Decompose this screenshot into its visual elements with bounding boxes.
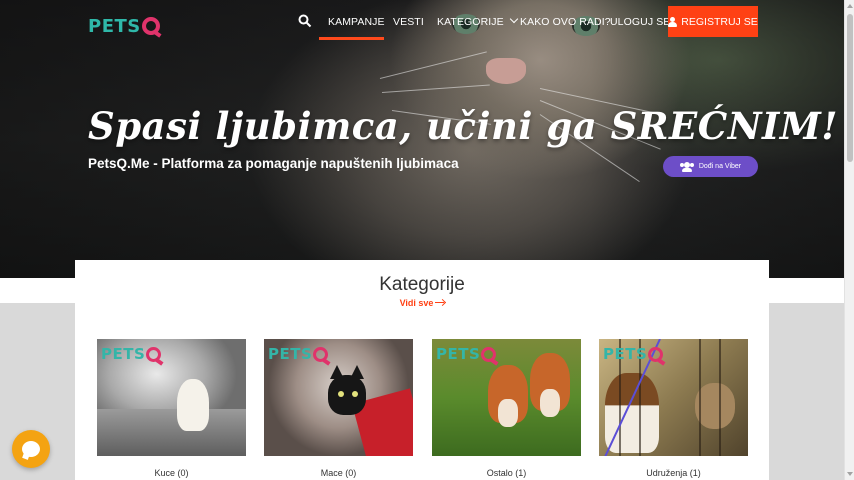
kitten-eye <box>352 391 358 397</box>
chat-bubble-icon <box>22 441 40 457</box>
top-navbar: PETS KAMPANJE VESTI KATEGORIJE KAKO OVO … <box>0 0 844 42</box>
scroll-thumb[interactable] <box>847 14 853 162</box>
card-logo-text: PETS <box>603 345 648 363</box>
cage-bar <box>699 339 701 456</box>
search-icon[interactable] <box>298 14 312 28</box>
see-all-link[interactable]: Vidi sve <box>0 298 844 308</box>
cat-illustration <box>695 383 735 429</box>
logo-text: PETS <box>88 15 141 37</box>
nav-item-kategorije-label: KATEGORIJE <box>437 16 504 28</box>
see-all-label: Vidi sve <box>399 298 434 308</box>
kitten-illustration <box>328 375 366 415</box>
chevron-down-icon <box>509 14 518 24</box>
category-card-mace[interactable]: PETS <box>264 339 413 456</box>
kitten-eye <box>338 391 344 397</box>
nav-item-uloguj-se[interactable]: ULOGUJ SE <box>610 16 670 28</box>
cat-nose <box>486 58 526 84</box>
nav-item-kampanje[interactable]: KAMPANJE <box>328 16 385 28</box>
nav-active-indicator <box>319 37 384 40</box>
category-label-kuce[interactable]: Kuce (0) <box>97 468 246 478</box>
nav-item-kategorije[interactable]: KATEGORIJE <box>437 14 518 28</box>
fox-chest <box>498 399 518 427</box>
logo-q-mark <box>146 346 162 362</box>
users-icon <box>679 161 694 172</box>
card-logo-text: PETS <box>436 345 481 363</box>
hero-subtitle: PetsQ.Me - Platforma za pomaganje napušt… <box>88 156 459 171</box>
dog-illustration <box>177 379 209 431</box>
register-button[interactable]: REGISTRUJ SE <box>668 6 758 37</box>
logo-q-mark <box>141 17 160 35</box>
whisker <box>379 51 487 79</box>
card-logo: PETS <box>101 345 162 363</box>
road <box>97 409 246 456</box>
hero-title: Spasi ljubimca, učini ga SREĆNIM! <box>88 104 839 148</box>
category-card-ostalo[interactable]: PETS <box>432 339 581 456</box>
card-logo: PETS <box>603 345 664 363</box>
page-scrollbar[interactable] <box>844 0 854 480</box>
viber-join-button[interactable]: Dođi na Viber <box>663 156 758 177</box>
category-label-mace[interactable]: Mace (0) <box>264 468 413 478</box>
category-card-udruzenja[interactable]: PETS <box>599 339 748 456</box>
logo-q-mark <box>481 346 497 362</box>
card-logo: PETS <box>268 345 329 363</box>
site-logo[interactable]: PETS <box>88 12 160 40</box>
scroll-down-arrow-icon[interactable] <box>847 472 853 476</box>
logo-q-mark <box>313 346 329 362</box>
page: PETS KAMPANJE VESTI KATEGORIJE KAKO OVO … <box>0 0 854 480</box>
card-logo: PETS <box>436 345 497 363</box>
nav-item-kako-ovo-radi[interactable]: KAKO OVO RADI? <box>520 16 611 28</box>
whisker <box>381 84 490 93</box>
categories-heading: Kategorije <box>379 274 465 295</box>
arrow-right-icon <box>435 301 445 303</box>
card-logo-text: PETS <box>101 345 146 363</box>
category-card-kuce[interactable]: PETS <box>97 339 246 456</box>
viber-join-label: Dođi na Viber <box>698 163 742 170</box>
category-label-udruzenja[interactable]: Udruženja (1) <box>599 468 748 478</box>
logo-q-mark <box>648 346 664 362</box>
scroll-up-arrow-icon[interactable] <box>847 4 853 8</box>
chat-button[interactable] <box>12 430 50 468</box>
card-logo-text: PETS <box>268 345 313 363</box>
register-button-label: REGISTRUJ SE <box>681 15 758 28</box>
user-icon <box>668 16 678 27</box>
cage-bar <box>719 339 721 456</box>
nav-item-vesti[interactable]: VESTI <box>393 16 424 28</box>
category-label-ostalo[interactable]: Ostalo (1) <box>432 468 581 478</box>
fox-chest <box>540 389 560 417</box>
